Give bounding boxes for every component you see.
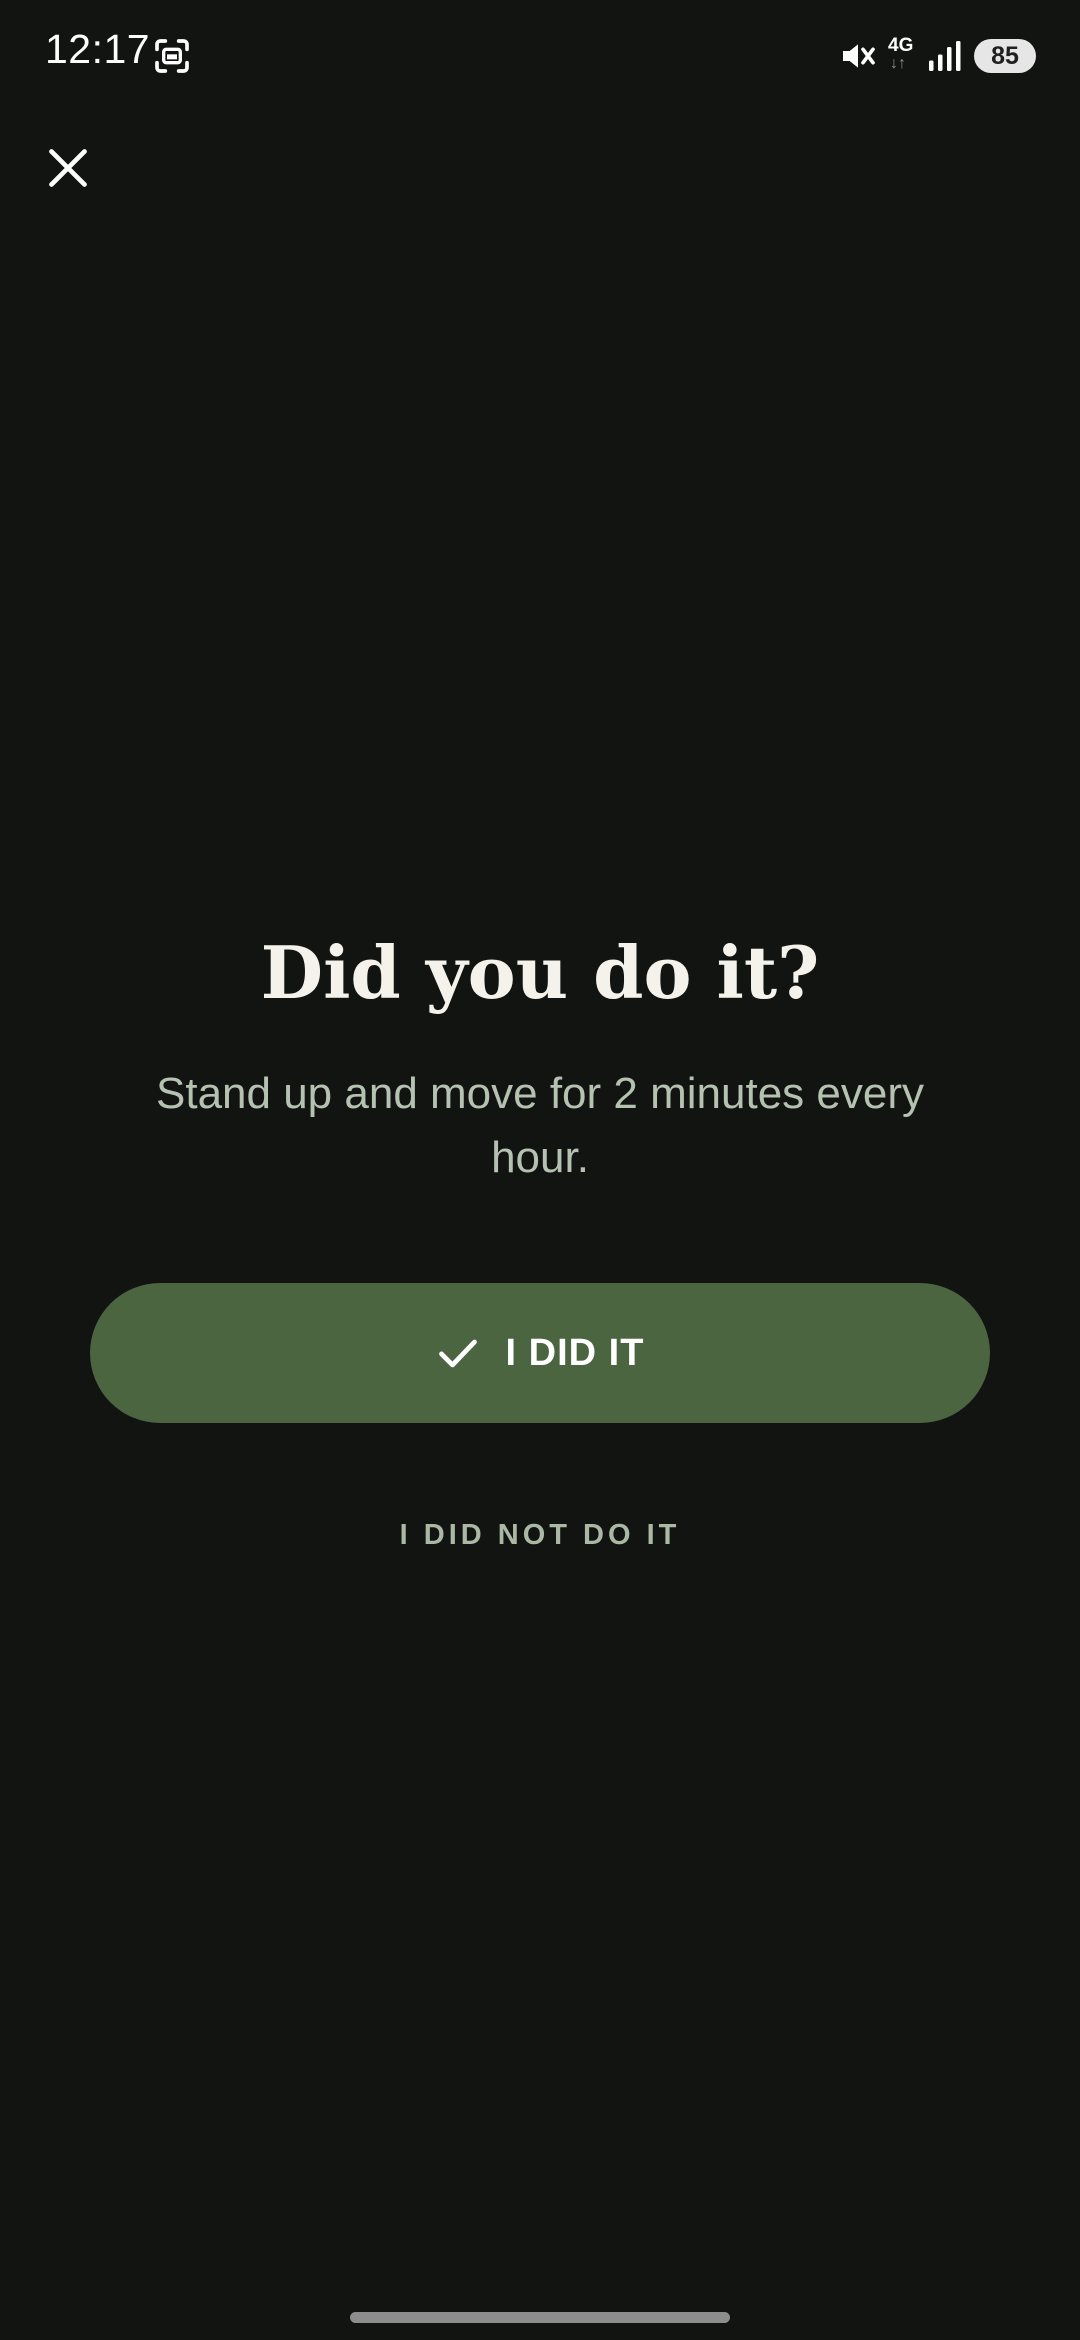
- status-time: 12:17: [45, 26, 151, 72]
- network-indicator: 4G ↓↑: [888, 36, 922, 76]
- status-bar: 12:17 4G ↓↑ 85: [0, 0, 1080, 110]
- battery-level: 85: [974, 39, 1036, 73]
- network-activity-arrows: ↓↑: [890, 55, 906, 72]
- signal-icon: [929, 41, 961, 71]
- habit-description: Stand up and move for 2 minutes every ho…: [156, 1069, 924, 1182]
- i-did-it-label: I DID IT: [505, 1331, 645, 1374]
- close-button[interactable]: [34, 134, 102, 202]
- mute-icon: [843, 44, 875, 68]
- prompt-title: Did you do it?: [260, 930, 820, 1015]
- i-did-not-do-it-button[interactable]: I DID NOT DO IT: [340, 1505, 740, 1565]
- i-did-not-do-it-label: I DID NOT DO IT: [399, 1518, 681, 1551]
- i-did-it-button[interactable]: I DID IT: [90, 1283, 990, 1423]
- status-icons: 4G ↓↑ 85: [838, 34, 1036, 78]
- close-icon: [49, 149, 87, 187]
- screenshot-icon: [155, 39, 189, 73]
- network-type: 4G: [888, 35, 914, 56]
- check-icon: [438, 1339, 477, 1368]
- home-indicator[interactable]: [350, 2312, 730, 2323]
